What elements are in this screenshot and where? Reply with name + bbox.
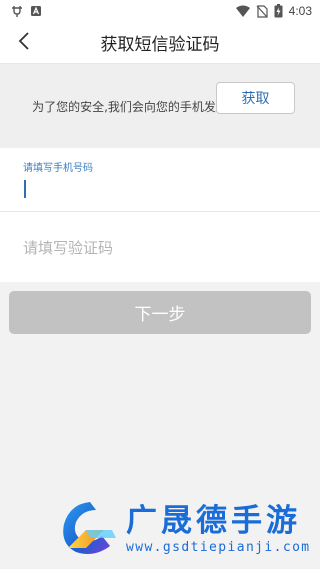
next-step-button[interactable]: 下一步	[9, 291, 311, 334]
verification-code-input[interactable]	[23, 234, 203, 262]
verification-form: 请填写手机号码	[0, 148, 320, 282]
get-code-button[interactable]: 获取	[216, 82, 295, 114]
site-watermark: 广晟德手游 www.gsdtiepianji.com	[56, 488, 320, 569]
watermark-logo-icon	[63, 501, 116, 554]
phone-field-row: 请填写手机号码	[0, 148, 320, 212]
back-button[interactable]	[10, 29, 38, 57]
chevron-left-icon	[17, 31, 31, 55]
phone-number-input[interactable]	[23, 176, 293, 200]
battery-charging-icon	[274, 4, 283, 18]
no-sim-icon	[256, 4, 268, 18]
status-left-icons	[10, 4, 42, 18]
wifi-icon	[235, 4, 250, 18]
watermark-text: 广晟德手游 www.gsdtiepianji.com	[126, 502, 311, 555]
usb-charge-icon	[10, 4, 24, 18]
app-notification-icon	[30, 4, 42, 18]
phone-field-label: 请填写手机号码	[23, 163, 93, 174]
page-title: 获取短信验证码	[100, 35, 220, 55]
code-field-row	[0, 212, 320, 282]
text-cursor	[24, 180, 26, 198]
status-right-icons: 4:03	[235, 4, 312, 18]
status-bar: 4:03	[0, 0, 320, 22]
navigation-bar: 获取短信验证码	[0, 22, 320, 64]
watermark-brand: 广晟德手游	[126, 503, 301, 539]
status-time: 4:03	[288, 4, 312, 18]
watermark-url: www.gsdtiepianji.com	[126, 540, 311, 555]
